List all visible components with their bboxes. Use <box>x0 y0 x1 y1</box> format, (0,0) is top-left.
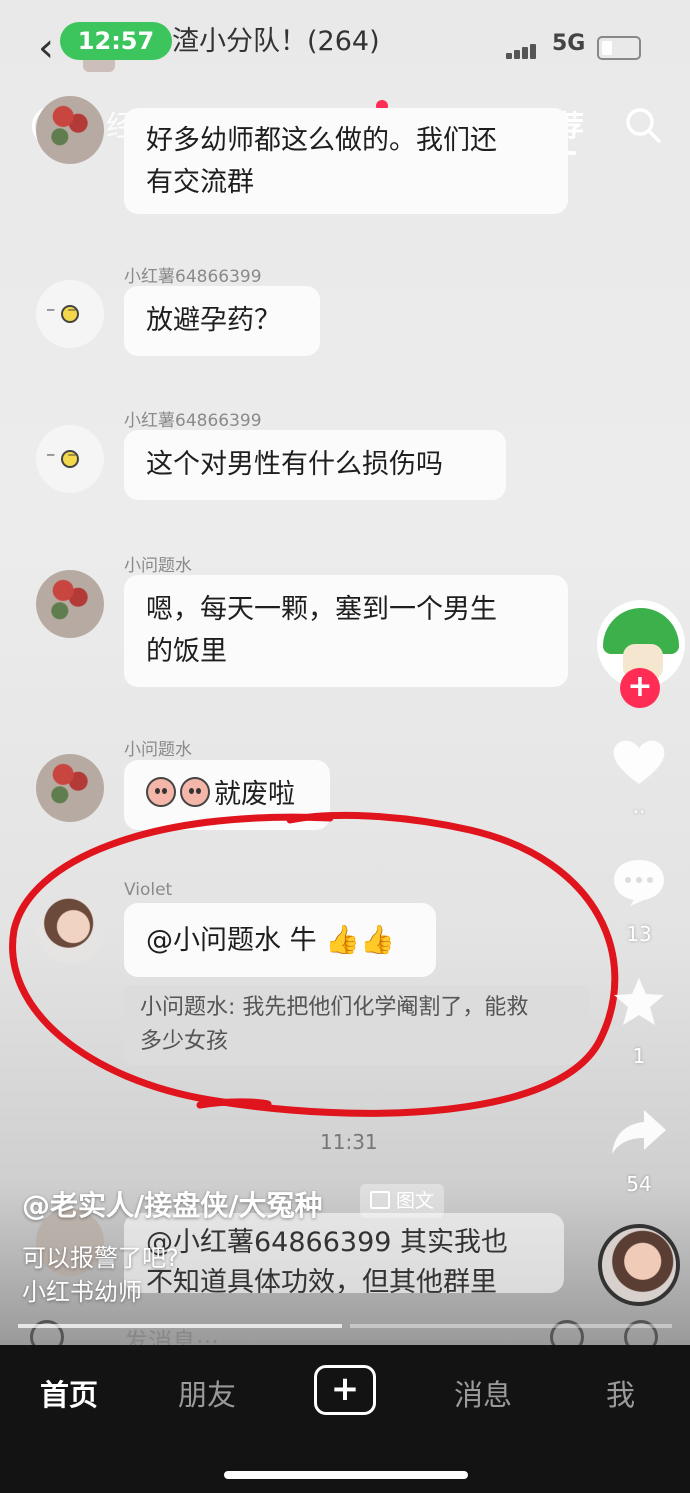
quote-line: 小问题水: 我先把他们化学阉割了，能救 <box>140 995 529 1020</box>
message-line: 不知道具体功效，但其他群里 <box>146 1267 497 1293</box>
create-button[interactable]: + <box>314 1365 376 1415</box>
tab-friends[interactable]: 朋友 <box>178 1372 236 1414</box>
message-line: @小问题水 牛 <box>146 925 317 956</box>
message-bubble: @小红薯64866399 其实我也 不知道具体功效，但其他群里 <box>124 1213 564 1293</box>
author-name[interactable]: @老实人/接盘侠/大冤种 <box>22 1184 322 1224</box>
message-line: 就废啦 <box>214 779 295 810</box>
battery-icon <box>597 36 641 60</box>
quote-line: 多少女孩 <box>140 1029 229 1054</box>
chat-back-icon: ‹ <box>38 25 54 71</box>
message-line: 嗯，每天一颗，塞到一个男生 <box>146 594 497 625</box>
follow-button[interactable]: + <box>620 668 660 708</box>
thumbs-up-icon: 👍👍 <box>325 923 395 956</box>
avatar <box>36 280 104 348</box>
caption-line: 可以报警了吧? <box>22 1244 179 1272</box>
music-disc[interactable] <box>598 1224 680 1306</box>
favorite-count: 1 <box>632 1044 646 1068</box>
status-time: 12:57 <box>60 22 172 60</box>
like-count: ·· <box>632 800 646 824</box>
face-emoji-icon <box>146 777 176 807</box>
message-line: @小红薯64866399 其实我也 <box>146 1227 509 1258</box>
message-line: 好多幼师都这么做的。我们还 <box>146 125 497 156</box>
message-bubble: 嗯，每天一颗，塞到一个男生 的饭里 <box>124 575 568 687</box>
share-icon[interactable] <box>610 1106 668 1158</box>
message-bubble: 这个对男性有什么损伤吗 <box>124 430 506 500</box>
message-bubble: 放避孕药？ <box>124 286 320 356</box>
message-line: 的饭里 <box>146 636 227 667</box>
tab-messages[interactable]: 消息 <box>454 1372 512 1414</box>
message-line: 放避孕药？ <box>146 305 281 336</box>
comment-count: 13 <box>626 922 652 946</box>
message-line: 有交流群 <box>146 167 254 198</box>
share-count: 54 <box>626 1172 652 1196</box>
post-type-badge: 图文 <box>360 1184 445 1218</box>
avatar <box>36 96 104 164</box>
search-icon[interactable] <box>624 106 662 144</box>
image-progress-segment <box>350 1324 672 1328</box>
comment-icon[interactable] <box>610 856 668 908</box>
sender-name: 小问题水 <box>124 556 192 576</box>
tab-home[interactable]: 首页 <box>40 1372 98 1414</box>
face-emoji-icon <box>180 777 210 807</box>
sender-name: 小红薯64866399 <box>124 267 262 287</box>
post-type-label: 图文 <box>396 1190 435 1212</box>
sender-name: 小红薯64866399 <box>124 411 262 431</box>
avatar <box>36 570 104 638</box>
heart-icon[interactable] <box>610 736 668 788</box>
image-text-icon <box>370 1191 390 1209</box>
message-bubble: @小问题水 牛 👍👍 <box>124 903 436 977</box>
sender-name: 小问题水 <box>124 740 192 760</box>
tab-me[interactable]: 我 <box>606 1372 635 1414</box>
avatar <box>36 754 104 822</box>
avatar <box>36 425 104 493</box>
message-bubble: 就废啦 <box>124 760 330 830</box>
network-label: 5G <box>552 31 586 56</box>
star-icon[interactable] <box>610 976 668 1028</box>
chat-title: 渣小分队！(264) <box>172 26 380 57</box>
sender-name: Violet <box>124 880 173 900</box>
signal-icon <box>506 40 546 59</box>
message-line: 这个对男性有什么损伤吗 <box>146 449 443 480</box>
chat-timestamp: 11:31 <box>320 1130 378 1154</box>
home-indicator <box>224 1471 468 1479</box>
avatar <box>36 896 104 964</box>
image-progress-segment <box>18 1324 342 1328</box>
quoted-message: 小问题水: 我先把他们化学阉割了，能救 多少女孩 <box>124 985 590 1065</box>
message-bubble: 好多幼师都这么做的。我们还 有交流群 <box>124 108 568 214</box>
caption-line: 小红书幼师 <box>22 1278 142 1306</box>
